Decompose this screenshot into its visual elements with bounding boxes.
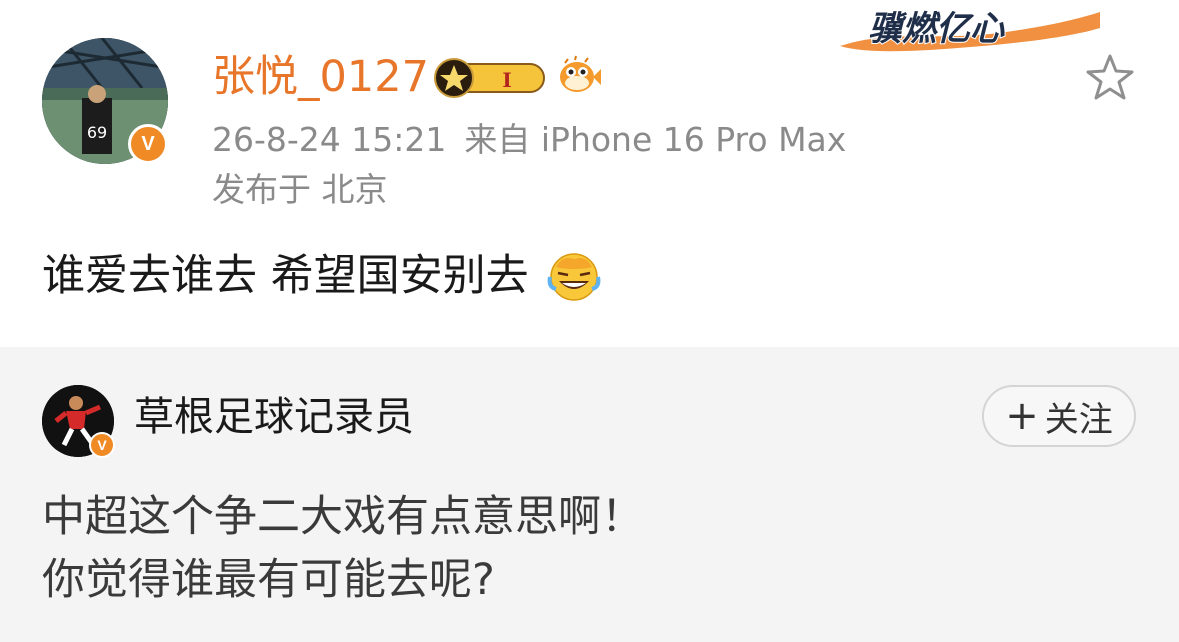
weibo-post: 69 V 张悦_0127 I 骥燃亿心 26-8-24 15:21 来自 iPho…	[0, 0, 1179, 347]
repost-author-name[interactable]: 草根足球记录员	[134, 391, 414, 443]
repost-text-line: 你觉得谁最有可能去呢?	[42, 555, 495, 605]
svg-text:69: 69	[87, 123, 107, 142]
repost-text-line: 中超这个争二大戏有点意思啊！	[42, 492, 644, 542]
post-content: 谁爱去谁去 希望国安别去	[42, 246, 602, 306]
username[interactable]: 张悦_0127	[212, 50, 429, 104]
pufferfish-icon	[560, 55, 601, 92]
follow-label: 关注	[1044, 399, 1113, 440]
post-location: 发布于 北京	[212, 170, 388, 209]
banner-decoration: 骥燃亿心	[840, 8, 1100, 52]
follow-button[interactable]: + 关注	[982, 385, 1136, 447]
svg-text:I: I	[502, 68, 511, 92]
level-badge-icon[interactable]: I	[432, 56, 550, 98]
verified-badge-icon: V	[128, 124, 168, 164]
plus-icon: +	[1005, 393, 1039, 439]
post-text: 谁爱去谁去 希望国安别去	[42, 251, 529, 301]
laughing-tears-emoji-icon	[547, 252, 601, 301]
star-icon[interactable]	[1084, 52, 1136, 104]
repost-card[interactable]: V 草根足球记录员 + 关注 中超这个争二大戏有点意思啊！ 你觉得谁最有可能去呢?	[0, 347, 1179, 642]
post-meta: 26-8-24 15:21 来自 iPhone 16 Pro Max	[212, 118, 846, 162]
verified-badge-icon: V	[89, 432, 115, 458]
svg-text:骥燃亿心: 骥燃亿心	[868, 9, 1005, 49]
post-source: 来自 iPhone 16 Pro Max	[464, 120, 847, 159]
timestamp: 26-8-24 15:21	[212, 120, 447, 159]
